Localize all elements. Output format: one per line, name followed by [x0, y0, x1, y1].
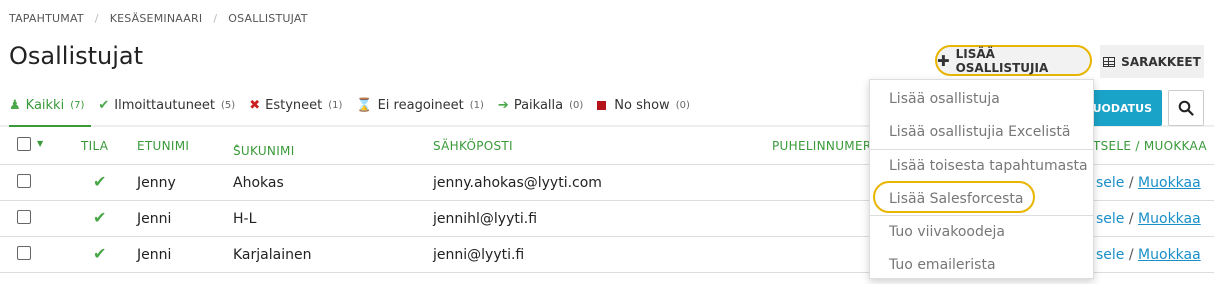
- add-participants-label: LISÄÄ OSALLISTUJIA: [955, 46, 1049, 75]
- breadcrumb: TAPAHTUMAT / KESÄSEMINAARI / OSALLISTUJA…: [9, 12, 308, 25]
- status-filter-tabs: ♟ Kaikki (7) ✔ Ilmoittautuneet (5) ✖ Est…: [9, 98, 704, 113]
- row-checkbox[interactable]: [17, 246, 31, 260]
- breadcrumb-participants: OSALLISTUJAT: [228, 12, 308, 25]
- breadcrumb-event[interactable]: KESÄSEMINAARI: [110, 12, 203, 25]
- edit-link[interactable]: Muokkaa: [1138, 211, 1201, 227]
- filter-count: (1): [328, 100, 343, 111]
- cell-firstname: Jenni: [137, 247, 172, 263]
- view-link[interactable]: sele: [1096, 175, 1124, 191]
- sort-ascending-icon: ⌃: [233, 144, 241, 154]
- cell-email: jenni@lyyti.fi: [433, 247, 525, 263]
- plus-icon: ✚: [937, 51, 950, 70]
- registered-check-icon: ✔: [93, 244, 107, 263]
- search-button[interactable]: [1168, 90, 1204, 126]
- hourglass-icon: ⌛: [356, 98, 373, 113]
- filter-declined[interactable]: ✖ Estyneet (1): [249, 98, 342, 113]
- columns-label: SARAKKEET: [1121, 54, 1201, 69]
- x-icon: ✖: [249, 98, 261, 113]
- menu-item-add-from-excel[interactable]: Lisää osallistujia Excelistä: [870, 115, 1093, 148]
- cell-firstname: Jenny: [137, 175, 176, 191]
- row-checkbox[interactable]: [17, 174, 31, 188]
- edit-link[interactable]: Muokkaa: [1138, 247, 1201, 263]
- row-checkbox[interactable]: [17, 210, 31, 224]
- cell-firstname: Jenni: [137, 211, 172, 227]
- users-icon: ♟: [9, 98, 21, 113]
- filter-count: (7): [70, 100, 85, 111]
- cell-actions: sele / Muokkaa: [1096, 247, 1201, 263]
- check-icon: ✔: [98, 98, 110, 113]
- arrow-right-icon: ➔: [497, 98, 509, 113]
- filter-button-label: SUODATUS: [1084, 101, 1152, 115]
- cell-lastname: H-L: [233, 211, 257, 227]
- active-tab-indicator: [9, 125, 91, 127]
- column-status[interactable]: TILA: [81, 139, 108, 153]
- filter-count: (0): [675, 100, 690, 111]
- view-link[interactable]: sele: [1096, 247, 1124, 263]
- filter-no-show[interactable]: No show (0): [597, 98, 690, 113]
- link-separator: /: [1128, 247, 1134, 263]
- link-separator: /: [1128, 175, 1134, 191]
- breadcrumb-separator: /: [213, 12, 218, 25]
- view-link[interactable]: sele: [1096, 211, 1124, 227]
- breadcrumb-separator: /: [94, 12, 99, 25]
- add-participants-button[interactable]: ✚ LISÄÄ OSALLISTUJIA: [935, 45, 1092, 76]
- salesforce-highlight: [873, 181, 1035, 213]
- filter-label: Kaikki: [25, 98, 65, 113]
- column-actions: TSELE / MUOKKAA: [1093, 139, 1207, 153]
- filter-count: (5): [221, 100, 236, 111]
- registered-check-icon: ✔: [93, 208, 107, 227]
- filter-registered[interactable]: ✔ Ilmoittautuneet (5): [98, 98, 235, 113]
- filter-all[interactable]: ♟ Kaikki (7): [9, 98, 84, 113]
- page-title: Osallistujat: [9, 42, 144, 70]
- menu-item-add-from-other-event[interactable]: Lisää toisesta tapahtumasta: [870, 149, 1093, 182]
- add-participants-dropdown: Lisää osallistuja Lisää osallistujia Exc…: [869, 79, 1094, 279]
- filter-label: Estyneet: [265, 98, 323, 113]
- filter-present[interactable]: ➔ Paikalla (0): [498, 98, 583, 113]
- breadcrumb-events[interactable]: TAPAHTUMAT: [9, 12, 84, 25]
- link-separator: /: [1128, 211, 1134, 227]
- cell-actions: sele / Muokkaa: [1096, 211, 1201, 227]
- filter-no-response[interactable]: ⌛ Ei reagoineet (1): [356, 98, 484, 113]
- filter-count: (1): [469, 100, 484, 111]
- filter-label: Ilmoittautuneet: [114, 98, 216, 113]
- registered-check-icon: ✔: [93, 172, 107, 191]
- cell-email: jenny.ahokas@lyyti.com: [433, 175, 602, 191]
- select-all-checkbox[interactable]: [17, 137, 31, 151]
- filter-label: No show: [614, 98, 670, 113]
- edit-link[interactable]: Muokkaa: [1138, 175, 1201, 191]
- column-phone[interactable]: PUHELINNUMER: [772, 139, 871, 153]
- search-icon: [1178, 100, 1194, 116]
- chevron-down-icon[interactable]: ▼: [37, 139, 43, 148]
- cell-lastname: Karjalainen: [233, 247, 312, 263]
- menu-item-import-barcodes[interactable]: Tuo viivakoodeja: [870, 215, 1093, 248]
- menu-item-add-participant[interactable]: Lisää osallistuja: [870, 82, 1093, 115]
- cell-email: jennihl@lyyti.fi: [433, 211, 538, 227]
- menu-item-import-from-emailer[interactable]: Tuo emailerista: [870, 248, 1093, 281]
- stop-square-icon: [597, 101, 607, 110]
- filter-label: Ei reagoineet: [377, 98, 464, 113]
- cell-lastname: Ahokas: [233, 175, 284, 191]
- column-email[interactable]: SÄHKÖPOSTI: [433, 139, 513, 153]
- filter-count: (0): [569, 100, 584, 111]
- filter-label: Paikalla: [513, 98, 564, 113]
- column-firstname[interactable]: ETUNIMI: [137, 139, 189, 153]
- cell-actions: sele / Muokkaa: [1096, 175, 1201, 191]
- columns-button[interactable]: SARAKKEET: [1100, 45, 1204, 78]
- table-grid-icon: [1103, 56, 1116, 67]
